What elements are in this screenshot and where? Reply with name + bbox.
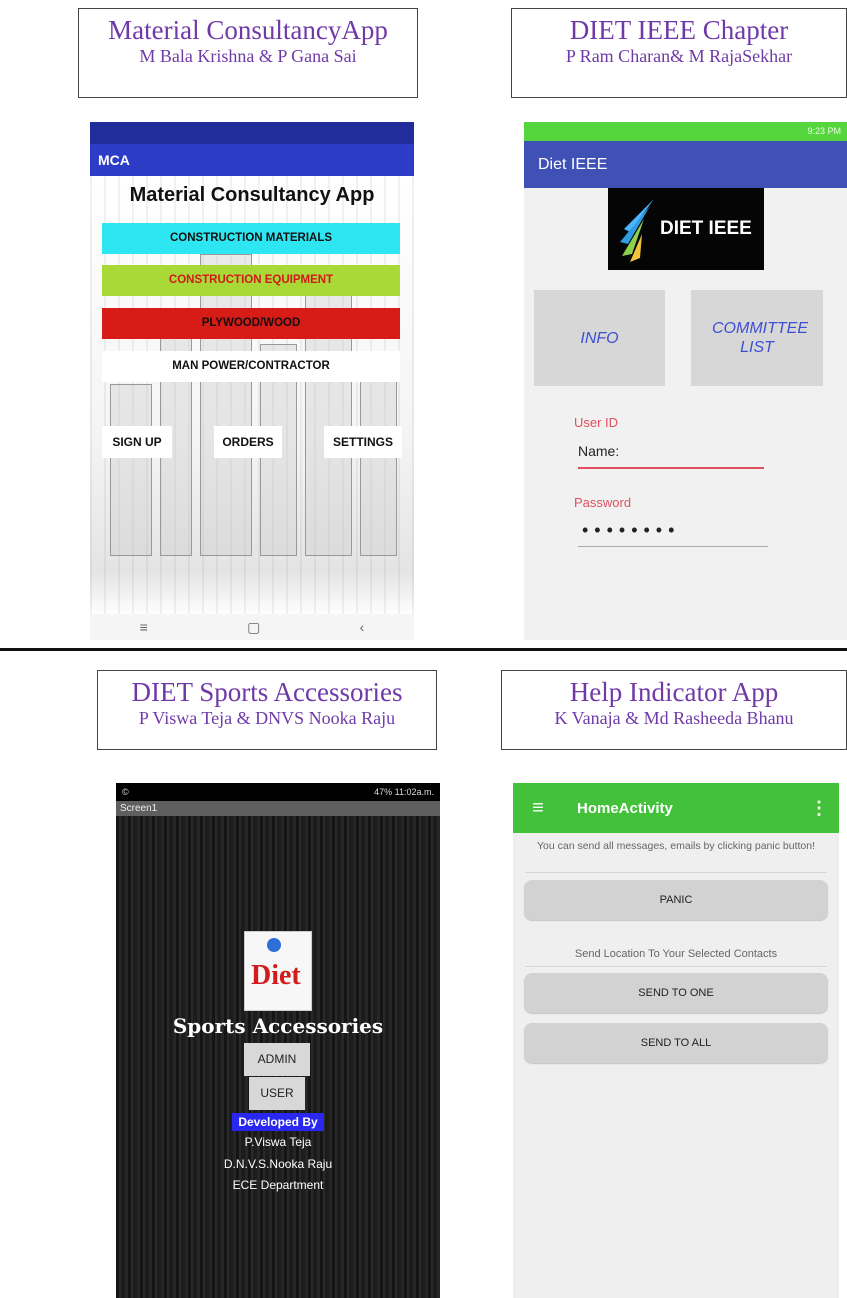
copyright-icon: © (122, 787, 129, 797)
button-label: ADMIN (257, 1052, 297, 1066)
button-label: CONSTRUCTION EQUIPMENT (168, 274, 334, 286)
building-sketch (360, 374, 397, 556)
hamburger-menu-icon[interactable]: ≡ (513, 797, 563, 820)
panic-instruction-text: You can send all messages, emails by cli… (536, 840, 816, 852)
globe-icon (267, 938, 281, 952)
screen-title: Screen1 (116, 801, 440, 816)
user-id-label: User ID (574, 415, 619, 430)
man-power-contractor-button[interactable]: MAN POWER/CONTRACTOR (102, 351, 400, 382)
button-label: SETTINGS (332, 435, 393, 449)
caption-ieee: DIET IEEE Chapter P Ram Charan& M RajaSe… (511, 8, 847, 98)
status-bar (90, 122, 414, 144)
button-label: USER (260, 1086, 294, 1100)
building-sketch (110, 384, 152, 556)
back-icon[interactable]: ‹ (360, 619, 365, 635)
status-right: 47% 11:02a.m. (374, 783, 434, 801)
orders-button[interactable]: ORDERS (214, 426, 282, 458)
developer-name: D.N.V.S.Nooka Raju (223, 1157, 333, 1171)
user-button[interactable]: USER (249, 1077, 305, 1110)
caption-subtitle: M Bala Krishna & P Gana Sai (139, 46, 357, 66)
diet-logo: Diet (244, 931, 312, 1011)
plywood-wood-button[interactable]: PLYWOOD/WOOD (102, 308, 400, 339)
caption-title: Material ConsultancyApp (108, 15, 388, 45)
department-label: ECE Department (232, 1178, 324, 1192)
app-bar-title: MCA (90, 144, 414, 176)
divider (525, 966, 827, 967)
android-nav-bar: ≡ ▢ ‹ (90, 614, 414, 640)
caption-title: DIET IEEE Chapter (569, 15, 789, 45)
sports-screen: © 47% 11:02a.m. Screen1 Diet Sports Acce… (116, 783, 440, 1298)
user-id-placeholder: Name: (578, 443, 620, 459)
battery-level: 47% (374, 787, 393, 797)
button-label: SEND TO ONE (638, 987, 714, 999)
section-divider (0, 648, 847, 651)
tile-label: INFO (580, 329, 619, 347)
caption-title: DIET Sports Accessories (131, 677, 403, 707)
info-tile[interactable]: INFO (534, 290, 665, 386)
developer-name: P.Viswa Teja (244, 1135, 312, 1149)
tile-label: COMMITTEE LIST (712, 320, 808, 356)
page-title: Material Consultancy App (129, 184, 375, 206)
home-icon[interactable]: ▢ (247, 619, 260, 636)
caption-subtitle: P Viswa Teja & DNVS Nooka Raju (138, 708, 396, 728)
user-id-input[interactable]: Name: (578, 443, 764, 469)
wing-logo-icon (620, 199, 654, 262)
developed-by-label: Developed By (232, 1113, 324, 1131)
app-bar-title: Diet IEEE (524, 141, 847, 188)
app-title: Sports Accessories (172, 1014, 384, 1038)
mca-screen: MCA Material Consultancy App CONSTRUCTIO… (90, 122, 414, 640)
button-label: PANIC (659, 894, 693, 906)
status-time: 9:23 PM (807, 126, 841, 136)
overflow-menu-icon[interactable]: ⋮ (799, 798, 839, 819)
caption-subtitle: P Ram Charan& M RajaSekhar (565, 46, 793, 66)
caption-title: Help Indicator App (569, 677, 779, 707)
logo-text: Diet (251, 960, 301, 991)
recents-icon[interactable]: ≡ (140, 619, 148, 635)
committee-list-tile[interactable]: COMMITTEE LIST (691, 290, 823, 386)
button-label: CONSTRUCTION MATERIALS (169, 232, 333, 244)
password-label: Password (574, 495, 632, 510)
caption-help: Help Indicator App K Vanaja & Md Rasheed… (501, 670, 847, 750)
panic-button[interactable]: PANIC (524, 880, 828, 920)
button-label: PLYWOOD/WOOD (201, 317, 301, 329)
send-to-all-button[interactable]: SEND TO ALL (524, 1023, 828, 1063)
status-time: 11:02a.m. (394, 787, 434, 797)
password-value: •••••••• (582, 520, 681, 540)
caption-subtitle: K Vanaja & Md Rasheeda Bhanu (554, 708, 794, 728)
construction-materials-button[interactable]: CONSTRUCTION MATERIALS (102, 223, 400, 254)
status-bar: 9:23 PM (524, 122, 847, 141)
logo-text: DIET IEEE (660, 218, 752, 239)
divider (525, 872, 827, 873)
ieee-screen: 9:23 PM Diet IEEE DIET IEEE INFO COMMITT… (524, 122, 847, 640)
caption-sports: DIET Sports Accessories P Viswa Teja & D… (97, 670, 437, 750)
help-screen: ≡ HomeActivity ⋮ You can send all messag… (513, 783, 839, 1298)
caption-mca: Material ConsultancyApp M Bala Krishna &… (78, 8, 418, 98)
button-label: ORDERS (222, 435, 274, 449)
construction-equipment-button[interactable]: CONSTRUCTION EQUIPMENT (102, 265, 400, 296)
send-to-one-button[interactable]: SEND TO ONE (524, 973, 828, 1013)
status-bar: © 47% 11:02a.m. (116, 783, 440, 801)
button-label: SEND TO ALL (640, 1037, 712, 1049)
send-location-text: Send Location To Your Selected Contacts (574, 948, 778, 960)
app-bar-title: HomeActivity (577, 799, 673, 817)
sign-up-button[interactable]: SIGN UP (102, 426, 172, 458)
password-input[interactable]: •••••••• (578, 520, 768, 547)
settings-button[interactable]: SETTINGS (324, 426, 402, 458)
building-sketch (200, 254, 252, 556)
diet-ieee-logo: DIET IEEE (608, 188, 764, 270)
admin-button[interactable]: ADMIN (244, 1043, 310, 1076)
app-bar: ≡ HomeActivity ⋮ (513, 783, 839, 833)
button-label: MAN POWER/CONTRACTOR (172, 360, 330, 372)
button-label: SIGN UP (112, 435, 162, 449)
